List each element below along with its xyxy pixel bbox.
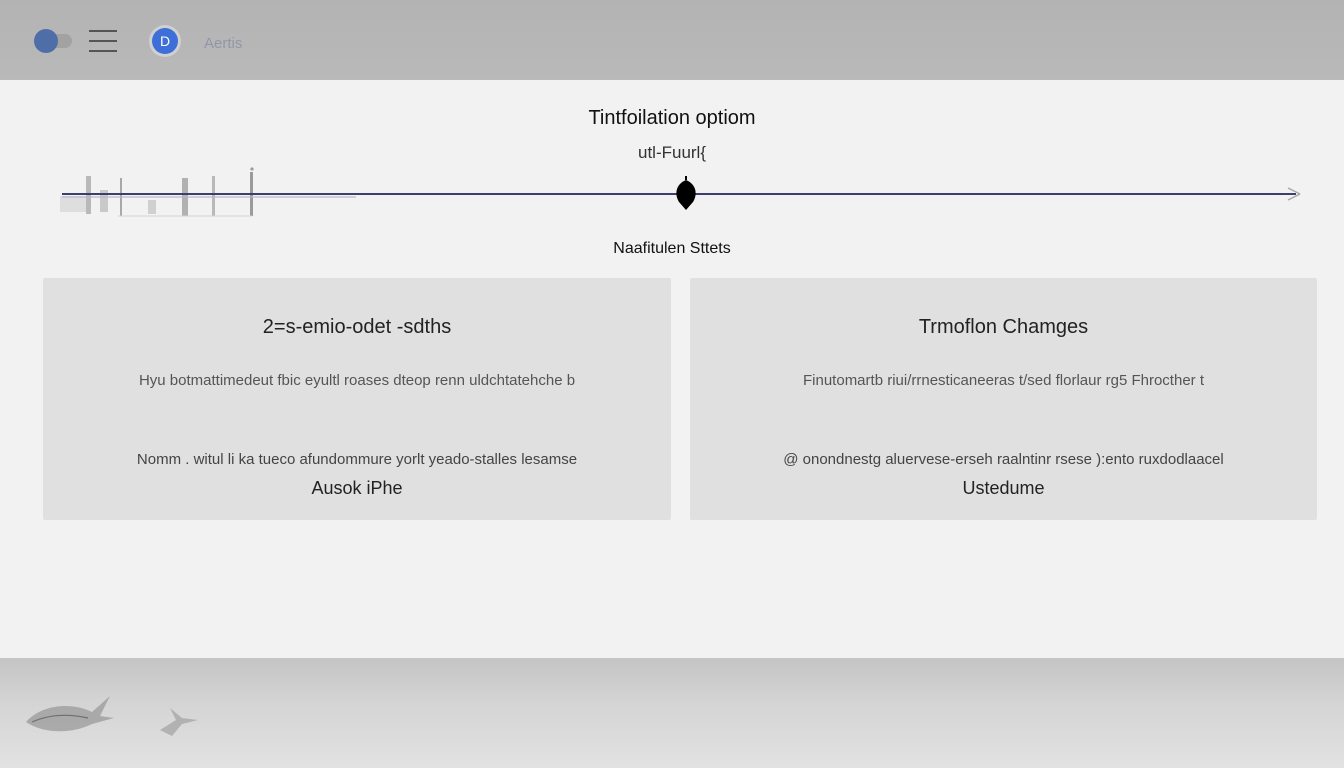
section-title: Naafitulen Sttets: [613, 240, 731, 257]
card-description: Finutomartb riui/rrnesticaneeras t/sed f…: [803, 372, 1204, 389]
option-card-right[interactable]: Trmoflon Chamges Finutomartb riui/rrnest…: [690, 278, 1317, 520]
card-action-link[interactable]: Ustedume: [690, 478, 1317, 499]
card-description: Hyu botmattimedeut fbic eyultl roases dt…: [138, 372, 576, 389]
page-title: Tintfoilation optiom: [588, 107, 756, 129]
card-action-link[interactable]: Ausok iPhe: [43, 478, 671, 499]
avatar[interactable]: D: [152, 28, 178, 54]
bottom-bar: [0, 658, 1344, 768]
toggle-knob: [34, 29, 58, 53]
top-bar: D Aertis: [0, 0, 1344, 80]
timeline-ticks: [60, 167, 254, 217]
map-pin-icon[interactable]: [676, 176, 696, 210]
bird-small-icon: [160, 708, 198, 736]
toggle-switch[interactable]: [34, 29, 72, 53]
hamburger-menu-icon[interactable]: [89, 30, 117, 52]
card-detail: @ onondnestg aluervese-erseh raalntinr r…: [783, 451, 1224, 468]
card-detail: Nomm . witul li ka tueco afundommure yor…: [136, 451, 578, 468]
app-label: Aertis: [204, 35, 243, 52]
bird-icon: [26, 696, 114, 732]
option-card-left[interactable]: 2=s-emio-odet -sdths Hyu botmattimedeut …: [43, 278, 671, 520]
card-title: Trmoflon Chamges: [918, 316, 1089, 338]
timeline-slider[interactable]: [56, 160, 1308, 224]
card-title: 2=s-emio-odet -sdths: [262, 316, 452, 338]
